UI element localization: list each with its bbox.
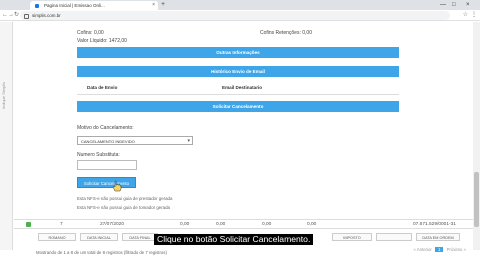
action-data-ordem-button[interactable]: DATA EM ORDEM: [416, 233, 460, 241]
pagination: « Anterior 1 Próximo »: [413, 247, 466, 252]
action-imposto-button[interactable]: IMPOSTO: [332, 233, 372, 241]
tutorial-caption: Clique no botão Solicitar Cancelamento.: [154, 234, 314, 245]
row-checkbox[interactable]: [26, 222, 31, 227]
motivo-selected-value: CANCELAMENTO INDEVIDO: [81, 139, 135, 144]
motivo-select[interactable]: CANCELAMENTO INDEVIDO ▾: [77, 136, 193, 145]
action-data-final-button[interactable]: DATA FINAL: [122, 233, 158, 241]
row-value-1: 0,00: [180, 222, 190, 227]
solicitar-cancelamento-header[interactable]: Solicitar Cancelamento: [77, 101, 399, 112]
historico-table-header: Data de Envio Email Destinatario: [77, 82, 399, 95]
new-tab-button[interactable]: +: [161, 0, 165, 10]
close-window-button[interactable]: ×: [466, 0, 470, 10]
cofins-retencoes-text: Cofins Retenções: 0,00: [260, 30, 312, 36]
row-value-4: 0,00: [307, 222, 317, 227]
current-page[interactable]: 1: [435, 247, 444, 252]
bookmark-star-icon[interactable]: ☆: [463, 10, 468, 21]
valor-liquido-text: Valor Líquido: 1472,00: [77, 38, 127, 44]
bottom-area: [0, 258, 480, 270]
numero-substituta-input[interactable]: [77, 160, 137, 170]
row-document: 07.671.529/0001-31: [413, 222, 456, 227]
browser-tab-bar: Pagina Inicial | Emissao Onli... × + — □…: [0, 0, 480, 10]
reload-icon[interactable]: ↻: [14, 10, 19, 21]
lock-icon: [24, 13, 29, 19]
historico-email-header[interactable]: Histórico Envio de Email: [77, 66, 399, 77]
url-text: simplis.com.br: [32, 13, 61, 18]
scrollbar-thumb[interactable]: [474, 172, 479, 227]
hand-cursor-icon: [112, 180, 122, 192]
col-email-destinatario: Email Destinatario: [222, 85, 263, 90]
chevron-down-icon: ▾: [187, 138, 190, 144]
action-data-inicial-button[interactable]: DATA INICIAL: [80, 233, 118, 241]
browser-menu-icon[interactable]: ⋮: [471, 10, 477, 21]
next-page-link[interactable]: Próximo »: [447, 247, 466, 252]
row-value-3: 0,00: [262, 222, 272, 227]
maximize-button[interactable]: □: [452, 0, 456, 10]
minimize-button[interactable]: —: [440, 0, 446, 10]
motivo-label: Motivo do Cancelamento:: [77, 125, 134, 131]
address-bar-row: ← → ↻ simplis.com.br ☆ ⋮: [0, 10, 480, 21]
col-data-envio: Data de Envio: [87, 85, 118, 90]
row-date: 27/07/2020: [100, 222, 125, 227]
row-value-2: 0,00: [216, 222, 226, 227]
pagination-info: Mostrando de 1 a 8 de um total de 8 regi…: [36, 250, 167, 255]
solicitar-cancelamento-button[interactable]: Solicitar Cancelamento: [77, 177, 136, 188]
browser-tab[interactable]: Pagina Inicial | Emissao Onli... ×: [30, 1, 158, 10]
url-field[interactable]: simplis.com.br: [20, 11, 450, 20]
outras-informacoes-header[interactable]: Outras Informações: [77, 47, 399, 58]
page-scrollbar[interactable]: [473, 22, 480, 250]
table-row[interactable]: 7 27/07/2020 0,00 0,00 0,00 0,00 07.671.…: [14, 219, 473, 229]
note-tomador: Esta NFS-e não possui guia de tomador ge…: [77, 205, 170, 210]
numero-substituta-label: Numero Substituta:: [77, 152, 120, 158]
row-number: 7: [60, 222, 63, 227]
left-side-tab[interactable]: Indique Simplis: [0, 22, 13, 250]
cofins-text: Cofins: 0,00: [77, 30, 104, 36]
tab-title: Pagina Inicial | Emissao Onli...: [44, 3, 105, 8]
action-romano-button[interactable]: ROMANO: [38, 233, 76, 241]
tab-close-icon[interactable]: ×: [152, 1, 155, 10]
side-tab-label: Indique Simplis: [1, 82, 6, 110]
prev-page-link[interactable]: « Anterior: [413, 247, 431, 252]
favicon-icon: [35, 3, 39, 8]
action-blank-button[interactable]: [376, 233, 412, 241]
note-prestador: Esta NFS-e não possui guia de prestador …: [77, 196, 173, 201]
